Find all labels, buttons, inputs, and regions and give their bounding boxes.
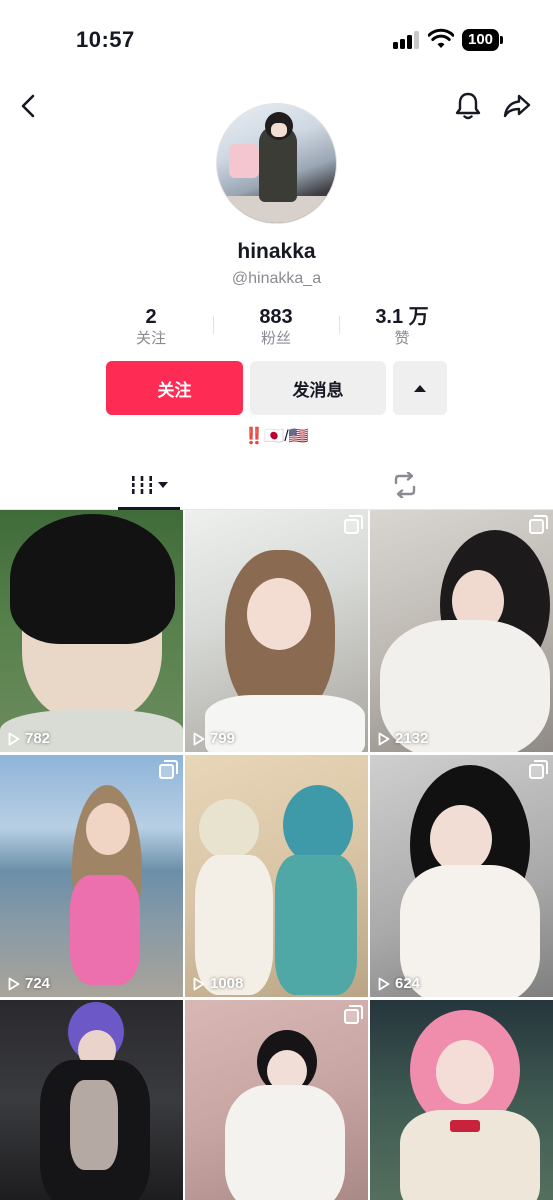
caret-up-icon: [414, 384, 426, 392]
battery-icon: 100: [462, 29, 503, 51]
view-count: 782: [8, 730, 50, 747]
bio-flags: 🇯🇵/🇺🇸: [264, 428, 309, 445]
profile-handle: @hinakka_a: [231, 270, 322, 287]
battery-level: 100: [462, 29, 499, 51]
followers-stat[interactable]: 883 粉丝: [236, 305, 316, 349]
wifi-icon: [427, 28, 455, 50]
share-button[interactable]: [497, 86, 537, 126]
bell-icon: [455, 92, 481, 120]
back-arrow-icon: [21, 94, 35, 118]
suggested-accounts-button[interactable]: [393, 361, 447, 415]
profile-display-name: hinakka: [237, 240, 316, 263]
video-grid-icon: [130, 476, 153, 494]
play-icon: [378, 732, 390, 745]
stat-divider: [339, 316, 340, 334]
message-button[interactable]: 发消息: [250, 361, 386, 415]
multi-photo-icon: [344, 1005, 363, 1024]
play-icon: [193, 977, 205, 990]
multi-photo-icon: [344, 515, 363, 534]
video-thumbnail[interactable]: 2132: [370, 510, 553, 752]
followers-count: 883: [259, 306, 293, 328]
bio-emphasis: ‼️: [244, 428, 265, 445]
follow-button[interactable]: 关注: [106, 361, 243, 415]
video-thumbnail[interactable]: 782: [0, 510, 183, 752]
status-time: 10:57: [76, 27, 135, 52]
profile-bio: ‼️🇯🇵/🇺🇸: [0, 426, 553, 446]
view-count: 1008: [193, 975, 243, 992]
likes-count: 3.1 万: [375, 306, 429, 328]
view-count: 799: [193, 730, 235, 747]
multi-photo-icon: [159, 760, 178, 779]
multi-photo-icon: [529, 760, 548, 779]
video-thumbnail[interactable]: [370, 1000, 553, 1200]
tab-reposts[interactable]: [375, 460, 435, 510]
followers-label: 粉丝: [260, 330, 291, 347]
play-icon: [193, 732, 205, 745]
play-icon: [8, 977, 20, 990]
status-bar: 10:57 100: [0, 0, 553, 82]
video-thumbnail[interactable]: [185, 1000, 368, 1200]
chevron-down-icon: [157, 482, 168, 488]
multi-photo-icon: [529, 515, 548, 534]
play-icon: [8, 732, 20, 745]
view-count: 2132: [378, 730, 428, 747]
view-count: 624: [378, 975, 420, 992]
tab-videos[interactable]: [118, 460, 180, 510]
video-thumbnail[interactable]: 1008: [185, 755, 368, 997]
cellular-signal-icon: [393, 31, 421, 49]
likes-stat[interactable]: 3.1 万 赞: [362, 305, 442, 349]
profile-avatar[interactable]: [216, 103, 337, 224]
notifications-button[interactable]: [448, 86, 488, 126]
play-icon: [378, 977, 390, 990]
share-arrow-icon: [503, 94, 531, 118]
stat-divider: [213, 316, 214, 334]
back-button[interactable]: [9, 86, 49, 126]
following-stat[interactable]: 2 关注: [120, 305, 182, 349]
following-label: 关注: [135, 330, 166, 347]
view-count: 724: [8, 975, 50, 992]
video-thumbnail[interactable]: 624: [370, 755, 553, 997]
likes-label: 赞: [394, 330, 410, 347]
video-grid: 782 799 2132 724 1008 624: [0, 510, 553, 1200]
content-tabs: [0, 460, 553, 510]
video-thumbnail[interactable]: 724: [0, 755, 183, 997]
following-count: 2: [145, 306, 157, 328]
video-thumbnail[interactable]: [0, 1000, 183, 1200]
video-thumbnail[interactable]: 799: [185, 510, 368, 752]
repost-icon: [394, 472, 416, 498]
